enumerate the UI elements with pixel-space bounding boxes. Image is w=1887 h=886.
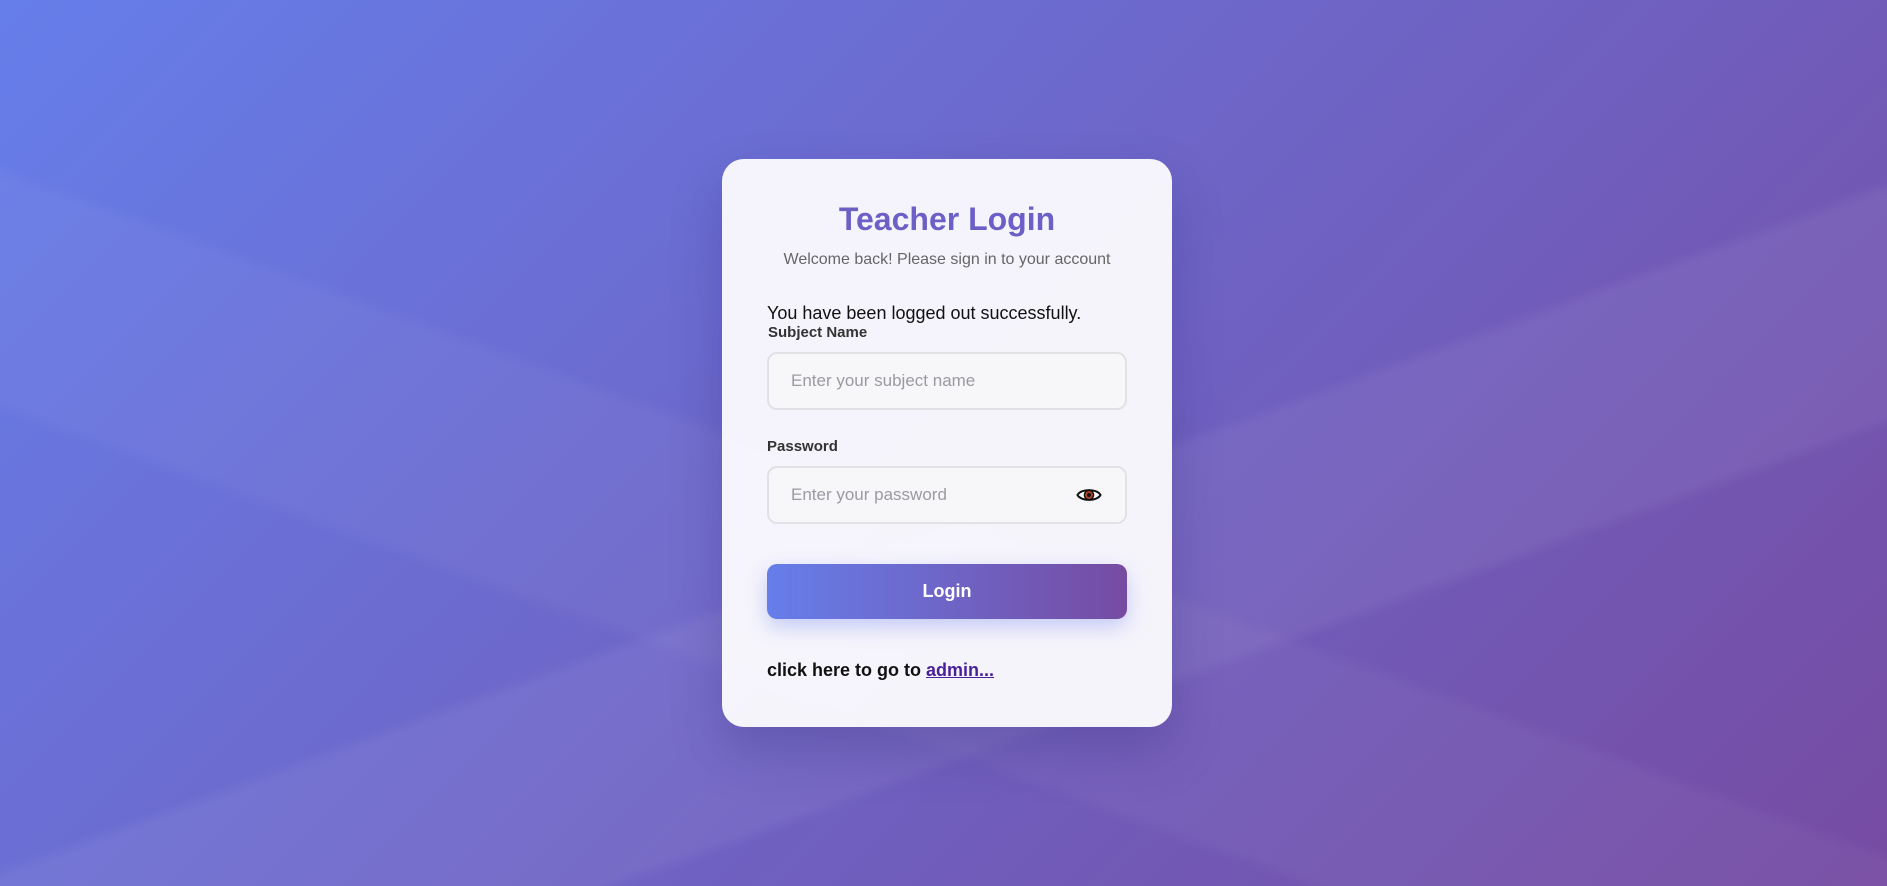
page-subtitle: Welcome back! Please sign in to your acc… <box>783 251 1111 268</box>
admin-link-prefix: click here to go to <box>767 660 927 680</box>
page-title: Teacher Login <box>838 201 1056 237</box>
subject-name-label: Subject Name <box>768 324 868 341</box>
password-label: Password <box>767 438 838 455</box>
admin-link[interactable]: admin... <box>926 660 994 680</box>
login-button[interactable]: Login <box>767 564 1127 619</box>
password-input[interactable] <box>767 466 1127 524</box>
logout-message: You have been logged out successfully. <box>767 303 1082 323</box>
subject-name-input[interactable] <box>767 352 1127 410</box>
eye-icon[interactable] <box>1076 485 1102 505</box>
admin-link-text: click here to go to admin... <box>767 660 994 681</box>
login-card: Teacher Login Welcome back! Please sign … <box>722 159 1172 727</box>
